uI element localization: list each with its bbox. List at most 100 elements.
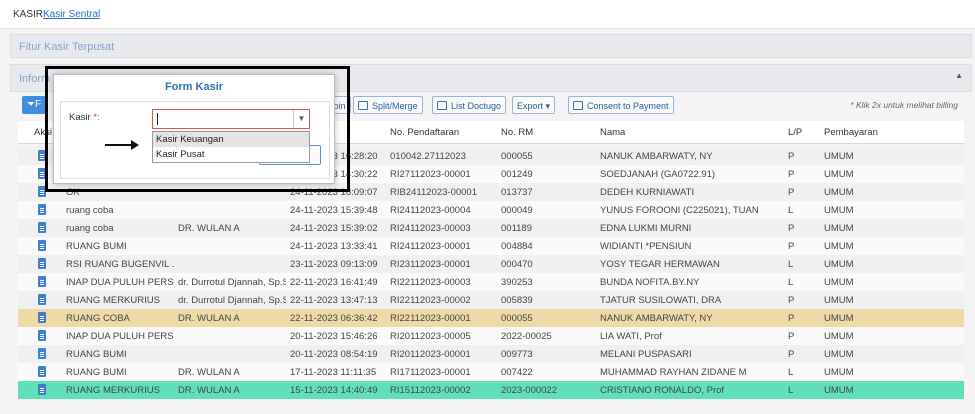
cell-ruang: ruang coba xyxy=(66,205,114,216)
consent-to-payment-button[interactable]: Consent to Payment xyxy=(568,96,674,114)
filter-label: F xyxy=(34,99,42,110)
document-icon[interactable] xyxy=(38,366,46,377)
list-doctugo-button[interactable]: List Doctugo xyxy=(432,96,507,114)
col-pembayaran[interactable]: Pembayaran xyxy=(824,127,878,138)
cell-nama: MELANI PUSPASARI xyxy=(600,349,692,360)
cell-lp: P xyxy=(788,241,795,252)
document-icon[interactable] xyxy=(38,294,46,305)
cell-no-rm: 005839 xyxy=(501,295,533,306)
breadcrumb-root[interactable]: KASIR xyxy=(13,9,43,20)
table-row[interactable]: RUANG BUMI 24-11-2023 13:33:41 RI24112023-… xyxy=(18,237,964,255)
cell-nama: DEDEH KURNIAWATI xyxy=(600,187,695,198)
collapse-icon[interactable]: ▲ xyxy=(955,71,963,80)
cell-tanggal: 24-11-2023 15:39:02 xyxy=(290,223,378,234)
table-row[interactable]: INAP DUA PULUH PERS... 20-11-2023 15:46:2… xyxy=(18,327,964,345)
cell-lp: L xyxy=(788,367,794,378)
cell-ruang: RUANG BUMI xyxy=(66,241,127,252)
cell-no-rm: 390253 xyxy=(501,277,533,288)
cell-no-pendaftaran: 010042.27112023 xyxy=(390,151,466,162)
document-icon[interactable] xyxy=(38,258,46,269)
breadcrumb: KASIR Kasir Sentral xyxy=(0,0,975,29)
cell-dokter: DR. WULAN A xyxy=(178,367,240,378)
table-row[interactable]: RUANG MERKURIUS DR. WULAN A 15-11-2023 14:… xyxy=(18,381,964,399)
cell-no-rm: 009773 xyxy=(501,349,533,360)
cell-no-pendaftaran: RI15112023-00002 xyxy=(390,385,471,396)
fitur-panel-header[interactable]: Fitur Kasir Terpusat xyxy=(10,34,972,58)
cell-lp: P xyxy=(788,295,795,306)
cell-tanggal: 20-11-2023 15:46:26 xyxy=(290,331,378,342)
cell-tanggal: 24-11-2023 13:33:41 xyxy=(290,241,378,252)
breadcrumb-current[interactable]: Kasir Sentral xyxy=(43,9,100,20)
export-button[interactable]: Export ▾ xyxy=(512,96,556,114)
cell-nama: BUNDA NOFITA.BY.NY xyxy=(600,277,700,288)
cell-tanggal: 17-11-2023 11:11:35 xyxy=(290,367,377,378)
col-lp[interactable]: L/P xyxy=(788,127,802,138)
table-row[interactable]: RUANG COBA DR. WULAN A 22-11-2023 06:36:42… xyxy=(18,309,964,327)
cell-dokter: DR. WULAN A xyxy=(178,385,240,396)
cell-no-pendaftaran: RI24112023-00001 xyxy=(390,241,471,252)
document-icon[interactable] xyxy=(38,204,46,215)
split-merge-button[interactable]: Split/Merge xyxy=(353,96,423,114)
table-row[interactable]: RSI RUANG BUGENVIL ... 23-11-2023 09:13:0… xyxy=(18,255,964,273)
filter-button[interactable]: ⏷F xyxy=(22,96,46,114)
cell-pembayaran: UMUM xyxy=(824,205,854,216)
cell-no-rm: 001249 xyxy=(501,169,533,180)
document-icon[interactable] xyxy=(38,222,46,233)
cell-lp: P xyxy=(788,223,795,234)
cell-lp: L xyxy=(788,205,794,216)
cell-no-pendaftaran: RI24112023-00004 xyxy=(390,205,471,216)
col-no-pendaftaran[interactable]: No. Pendaftaran xyxy=(390,127,459,138)
cell-ruang: RUANG BUMI xyxy=(66,367,127,378)
cell-lp: P xyxy=(788,313,795,324)
cell-no-rm: 000055 xyxy=(501,313,533,324)
cell-no-pendaftaran: RI17112023-00001 xyxy=(390,367,471,378)
annotation-frame xyxy=(45,66,350,192)
cell-lp: P xyxy=(788,169,795,180)
cell-pembayaran: UMUM xyxy=(824,313,854,324)
cell-ruang: RUANG COBA xyxy=(66,313,130,324)
document-icon xyxy=(573,101,583,110)
cell-pembayaran: UMUM xyxy=(824,295,854,306)
document-icon[interactable] xyxy=(38,384,46,395)
cell-nama: NANUK AMBARWATY, NY xyxy=(600,313,713,324)
table-row[interactable]: INAP DUA PULUH PERS... dr. Durrotul Djann… xyxy=(18,273,964,291)
cell-ruang: RUANG MERKURIUS xyxy=(66,385,160,396)
cell-pembayaran: UMUM xyxy=(824,367,854,378)
cell-ruang: RSI RUANG BUGENVIL ... xyxy=(66,259,174,270)
cell-no-rm: 2022-00025 xyxy=(501,331,552,342)
table-row[interactable]: RUANG MERKURIUS dr. Durrotul Djannah, Sp.… xyxy=(18,291,964,309)
document-icon[interactable] xyxy=(38,312,46,323)
document-icon[interactable] xyxy=(38,348,46,359)
document-icon[interactable] xyxy=(38,276,46,287)
cell-pembayaran: UMUM xyxy=(824,277,854,288)
table-row[interactable]: RUANG BUMI 20-11-2023 08:54:19 RI20112023-… xyxy=(18,345,964,363)
doctugo-label: List Doctugo xyxy=(451,101,502,111)
split-icon xyxy=(358,101,368,110)
cell-no-rm: 007422 xyxy=(501,367,533,378)
cell-pembayaran: UMUM xyxy=(824,151,854,162)
cell-tanggal: 15-11-2023 14:40:49 xyxy=(290,385,378,396)
cell-nama: YUNUS FOROONI (C225021), TUAN xyxy=(600,205,759,216)
table-row[interactable]: RUANG BUMI DR. WULAN A 17-11-2023 11:11:35… xyxy=(18,363,964,381)
cell-no-pendaftaran: RI22112023-00003 xyxy=(390,277,471,288)
cell-dokter: DR. WULAN A xyxy=(178,223,240,234)
table-row[interactable]: ruang coba 24-11-2023 15:39:48 RI24112023-… xyxy=(18,201,964,219)
filter-icon: ⏷ xyxy=(26,99,35,110)
cell-no-pendaftaran: RI22112023-00001 xyxy=(390,313,471,324)
hint-text: Klik 2x untuk melihat billing xyxy=(853,100,958,110)
cell-pembayaran: UMUM xyxy=(824,223,854,234)
cell-pembayaran: UMUM xyxy=(824,259,854,270)
chevron-down-icon: ▾ xyxy=(545,101,551,111)
cell-tanggal: 23-11-2023 09:13:09 xyxy=(290,259,378,270)
monitor-icon xyxy=(437,101,447,110)
cell-no-rm: 004884 xyxy=(501,241,533,252)
col-no-rm[interactable]: No. RM xyxy=(501,127,533,138)
cell-lp: L xyxy=(788,259,794,270)
table-row[interactable]: ruang coba DR. WULAN A 24-11-2023 15:39:02… xyxy=(18,219,964,237)
cell-lp: P xyxy=(788,151,795,162)
document-icon[interactable] xyxy=(38,240,46,251)
cell-lp: L xyxy=(788,385,794,396)
col-nama[interactable]: Nama xyxy=(600,127,625,138)
document-icon[interactable] xyxy=(38,330,46,341)
cell-ruang: INAP DUA PULUH PERS... xyxy=(66,331,174,342)
